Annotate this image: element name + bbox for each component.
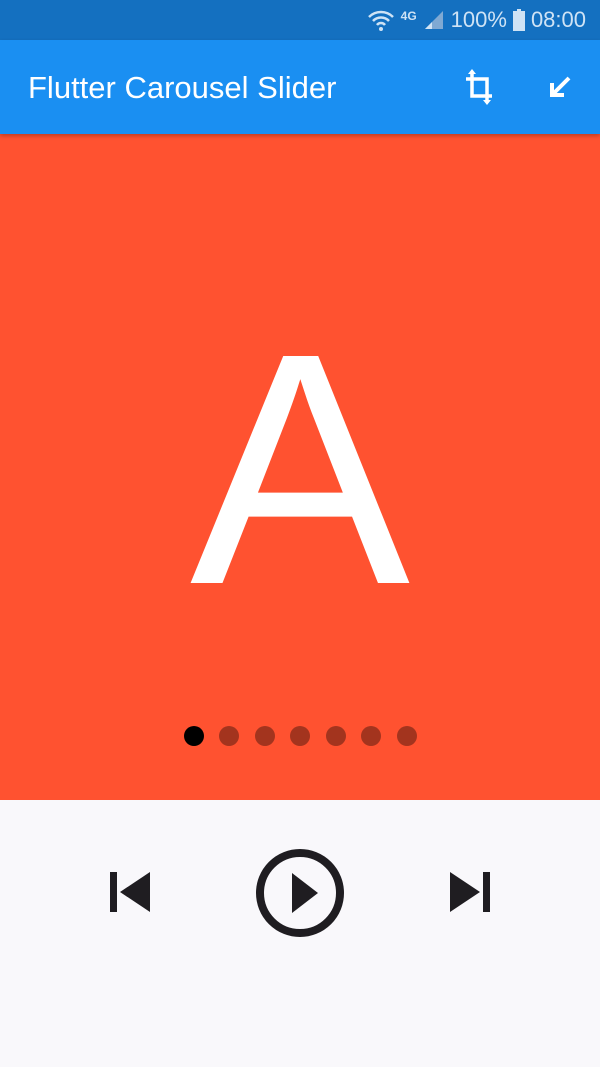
- page-dot[interactable]: [219, 726, 239, 746]
- status-bar: 4G 100% 08:00: [0, 0, 600, 40]
- page-dot[interactable]: [396, 726, 417, 746]
- play-circle-icon: [256, 849, 344, 937]
- clock: 08:00: [530, 7, 586, 32]
- battery-icon: [512, 9, 525, 31]
- carousel-slide[interactable]: A: [0, 134, 600, 800]
- slide-label: A: [189, 284, 411, 653]
- page-indicator: [0, 726, 600, 746]
- skip-previous-icon: [110, 872, 150, 912]
- crop-rotate-icon: [466, 69, 492, 105]
- battery-percent: 100%: [450, 7, 507, 32]
- page-dot[interactable]: [254, 726, 275, 746]
- arrow-down-left-icon: [550, 76, 571, 97]
- page-dot[interactable]: [325, 726, 346, 746]
- page-dot[interactable]: [290, 726, 310, 746]
- previous-button[interactable]: [108, 870, 152, 919]
- signal-icon: [424, 11, 443, 29]
- wifi-icon: [367, 10, 394, 31]
- network-type: 4G: [400, 9, 417, 23]
- app-bar: Flutter Carousel Slider: [0, 40, 600, 134]
- skip-next-icon: [450, 872, 490, 912]
- page-dot[interactable]: [183, 726, 204, 746]
- page-dot[interactable]: [361, 726, 381, 746]
- crop-rotate-button[interactable]: [460, 67, 500, 107]
- arrow-down-left-button[interactable]: [540, 67, 580, 107]
- play-button[interactable]: [255, 848, 345, 943]
- next-button[interactable]: [448, 870, 492, 919]
- page-title: Flutter Carousel Slider: [28, 70, 337, 105]
